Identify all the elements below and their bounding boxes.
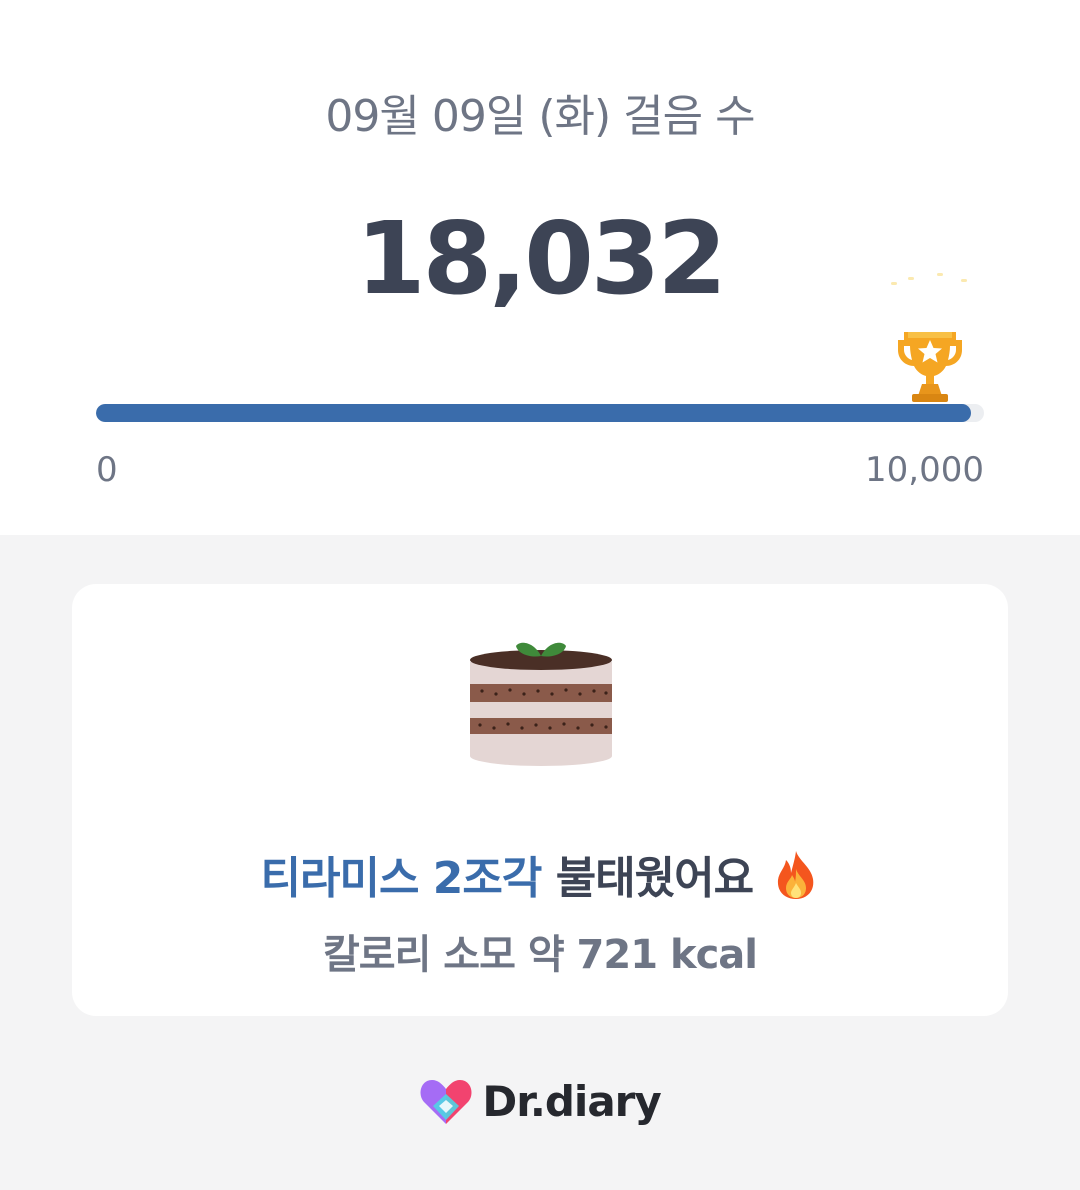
progress-goal-label: 10,000	[865, 450, 984, 490]
sparkle-icon	[908, 277, 914, 280]
calorie-amount: 칼로리 소모 약 721 kcal	[322, 932, 758, 978]
sparkle-icon	[891, 282, 897, 285]
sparkle-icon	[961, 279, 967, 282]
heart-logo-icon	[420, 1080, 472, 1124]
brand-name: Dr.diary	[482, 1076, 661, 1126]
brand-footer: Dr.diary	[0, 1076, 1080, 1132]
calorie-burn-message: 티라미스 2조각 불태웠어요	[72, 842, 1008, 906]
page-title: 09월 09일 (화) 걸음 수	[325, 91, 755, 142]
burned-suffix-text: 불태웠어요	[555, 853, 754, 904]
step-count: 18,032	[356, 200, 727, 317]
tiramisu-cake-icon	[470, 642, 612, 766]
step-progress-bar	[96, 404, 984, 422]
calorie-burn-card: 티라미스 2조각 불태웠어요 칼로리 소모 약 721 kcal	[72, 584, 1008, 1016]
progress-min-label: 0	[96, 450, 118, 490]
sparkle-icon	[937, 273, 943, 276]
trophy-icon	[898, 332, 962, 402]
steps-summary-section: 09월 09일 (화) 걸음 수 18,032 0 10,000	[0, 0, 1080, 535]
step-progress-fill	[96, 404, 971, 422]
fire-icon	[778, 851, 814, 899]
burned-food-text: 티라미스 2조각	[260, 853, 543, 904]
